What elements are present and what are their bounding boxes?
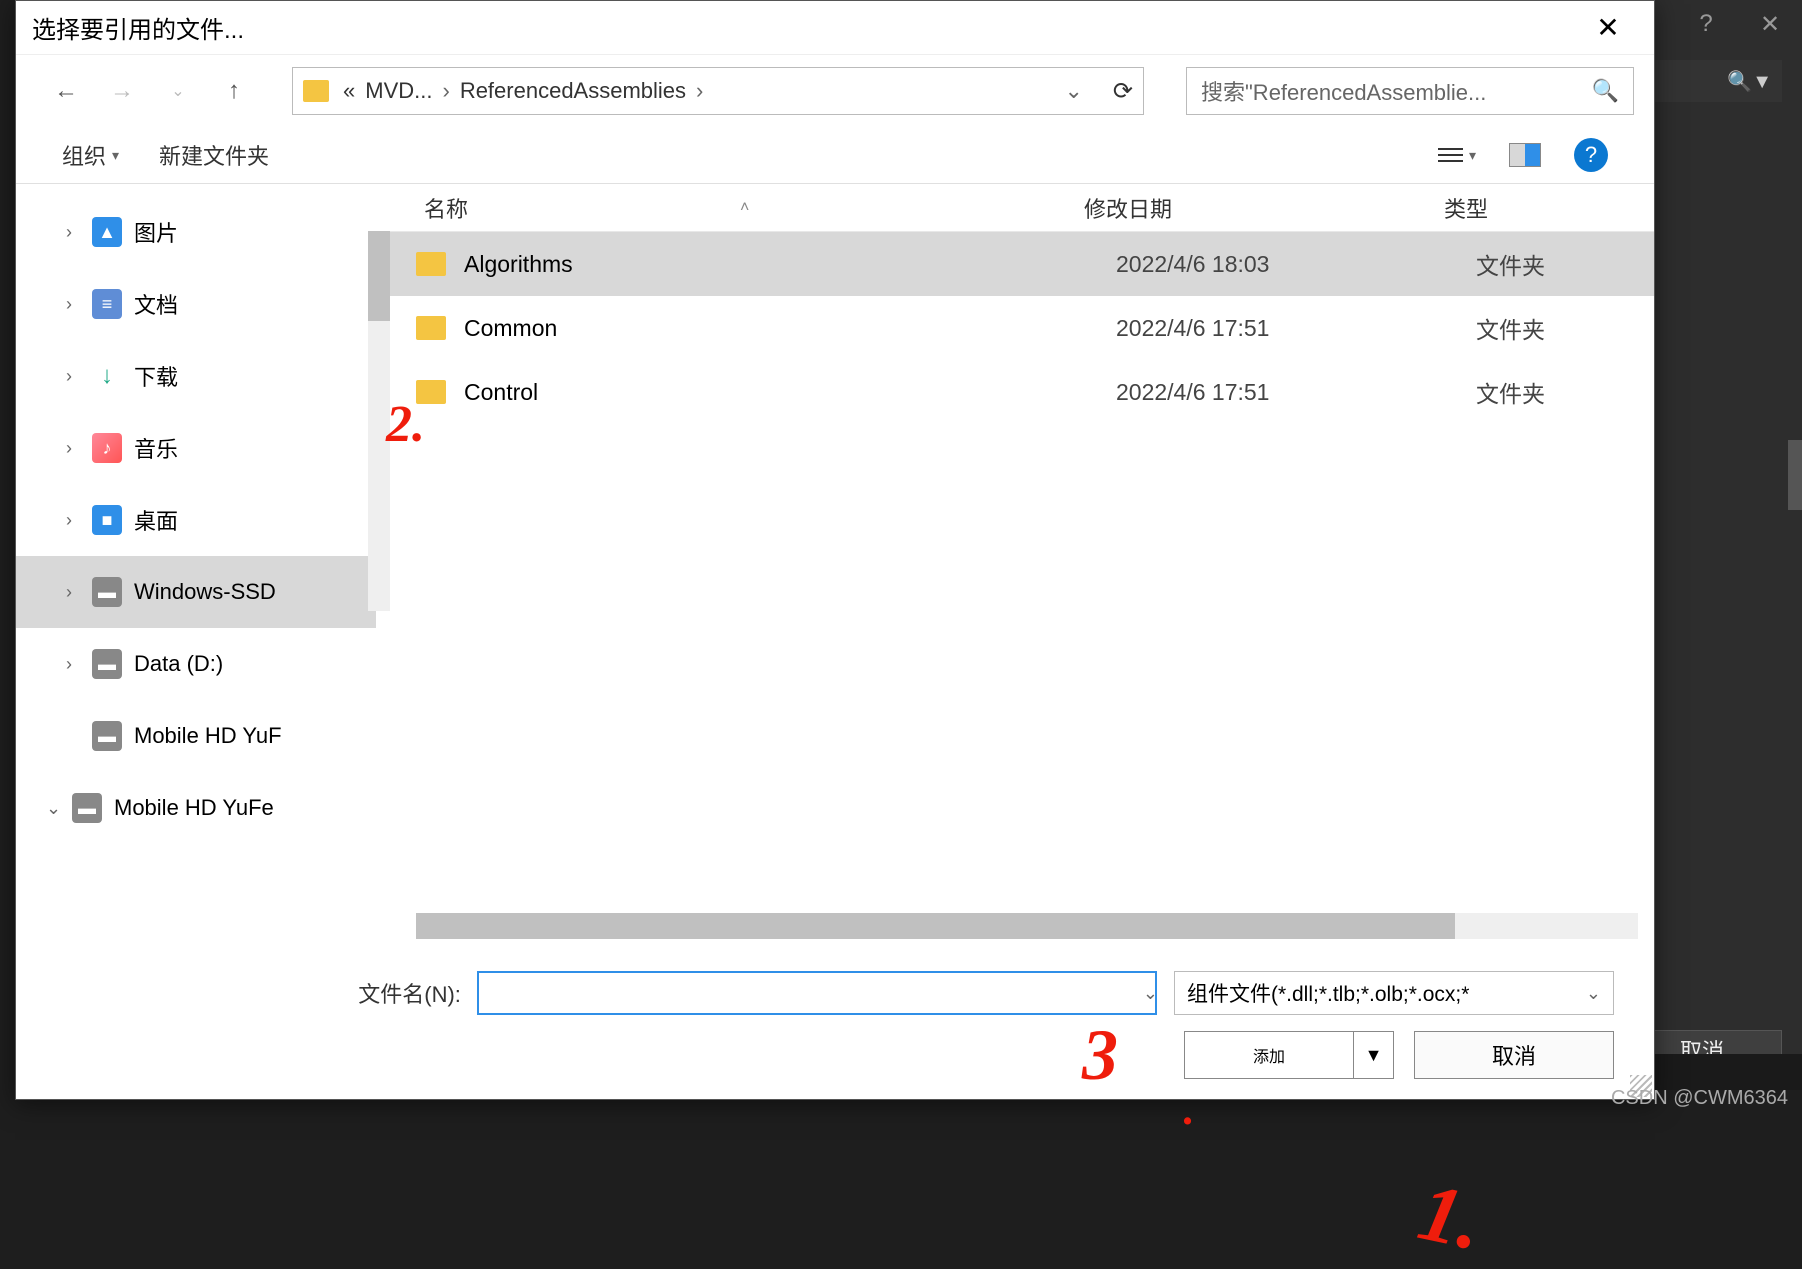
file-date: 2022/4/6 17:51 [1116, 379, 1476, 406]
path-root: « [343, 78, 355, 104]
breadcrumb-path[interactable]: « MVD... › ReferencedAssemblies › ⌄ ⟳ [292, 67, 1144, 115]
column-date[interactable]: 修改日期 [1084, 192, 1444, 224]
file-dialog-title: 选择要引用的文件... [32, 10, 244, 45]
filename-input[interactable] [477, 971, 1157, 1015]
file-dialog-sidebar: ›▲图片 ›≡文档 ›↓下载 ›♪音乐 ›■桌面 ›▬Windows-SSD ›… [16, 184, 376, 955]
path-dropdown-icon[interactable]: ⌄ [1064, 78, 1082, 104]
filename-label: 文件名(N): [358, 977, 461, 1009]
file-type: 文件夹 [1476, 247, 1654, 281]
folder-icon [303, 80, 329, 102]
column-name[interactable]: 名称˄ [424, 192, 1084, 224]
file-type: 文件夹 [1476, 375, 1654, 409]
watermark: CSDN @CWM6364 [1611, 1087, 1788, 1110]
file-dialog-navbar: ← → ⌄ ↑ « MVD... › ReferencedAssemblies … [16, 55, 1654, 127]
forward-button[interactable]: → [106, 75, 138, 107]
path-seg1[interactable]: MVD... [365, 78, 432, 104]
sort-indicator-icon: ˄ [740, 199, 749, 217]
file-dialog-toolbar: 组织▾ 新建文件夹 ▾ ? [16, 127, 1654, 183]
sidebar-scrollbar[interactable] [368, 231, 390, 611]
organize-menu[interactable]: 组织▾ [62, 139, 119, 171]
help-icon[interactable]: ? [1574, 138, 1608, 172]
file-search-input[interactable]: 搜索"ReferencedAssemblie... 🔍 [1186, 67, 1634, 115]
search-icon: 🔍▼ [1727, 69, 1772, 94]
folder-icon [416, 316, 446, 340]
sidebar-item-documents[interactable]: ›≡文档 [16, 268, 376, 340]
folder-icon [416, 380, 446, 404]
file-row-common[interactable]: Common 2022/4/6 17:51 文件夹 [376, 296, 1654, 360]
search-icon: 🔍 [1592, 78, 1619, 104]
preview-pane-button[interactable] [1506, 136, 1544, 174]
refresh-icon[interactable]: ⟳ [1113, 77, 1133, 106]
view-mode-button[interactable]: ▾ [1438, 136, 1476, 174]
path-seg2[interactable]: ReferencedAssemblies [460, 78, 686, 104]
file-type: 文件夹 [1476, 311, 1654, 345]
filename-dropdown-icon[interactable]: ⌄ [1143, 983, 1158, 1004]
sidebar-item-mobile-hd-2[interactable]: ⌄▬Mobile HD YuFe [16, 772, 376, 844]
file-dialog-body: ›▲图片 ›≡文档 ›↓下载 ›♪音乐 ›■桌面 ›▬Windows-SSD ›… [16, 183, 1654, 955]
file-search-placeholder: 搜索"ReferencedAssemblie... [1201, 75, 1486, 107]
filter-text: 组件文件(*.dll;*.tlb;*.olb;*.ocx;* [1187, 978, 1469, 1008]
file-name: Common [464, 315, 1116, 342]
vs-scrollbar[interactable] [1788, 440, 1802, 510]
close-icon[interactable]: ✕ [1578, 1, 1638, 55]
sidebar-item-downloads[interactable]: ›↓下载 [16, 340, 376, 412]
sidebar-item-desktop[interactable]: ›■桌面 [16, 484, 376, 556]
recent-dropdown[interactable]: ⌄ [162, 75, 194, 107]
new-folder-button[interactable]: 新建文件夹 [159, 139, 269, 171]
file-name: Algorithms [464, 251, 1116, 278]
file-dialog-footer: 文件名(N): ⌄ 组件文件(*.dll;*.tlb;*.olb;*.ocx;*… [16, 955, 1654, 1099]
sidebar-item-music[interactable]: ›♪音乐 [16, 412, 376, 484]
chevron-right-icon[interactable]: › [696, 78, 703, 104]
file-list-header: 名称˄ 修改日期 类型 [376, 184, 1654, 232]
folder-icon [416, 252, 446, 276]
chevron-right-icon[interactable]: › [442, 78, 449, 104]
horizontal-scrollbar[interactable] [416, 913, 1638, 939]
annotation-1: 1. [1411, 1165, 1491, 1269]
back-button[interactable]: ← [50, 75, 82, 107]
add-button[interactable]: 添加 ▼ [1184, 1031, 1394, 1079]
up-button[interactable]: ↑ [218, 75, 250, 107]
file-date: 2022/4/6 17:51 [1116, 315, 1476, 342]
sidebar-item-windows-ssd[interactable]: ›▬Windows-SSD [16, 556, 376, 628]
column-type[interactable]: 类型 [1444, 192, 1654, 224]
sidebar-item-data-d[interactable]: ›▬Data (D:) [16, 628, 376, 700]
file-open-dialog: 选择要引用的文件... ✕ ← → ⌄ ↑ « MVD... › Referen… [15, 0, 1655, 1100]
file-type-filter[interactable]: 组件文件(*.dll;*.tlb;*.olb;*.ocx;* ⌄ [1174, 971, 1614, 1015]
cancel-button[interactable]: 取消 [1414, 1031, 1614, 1079]
sidebar-item-pictures[interactable]: ›▲图片 [16, 196, 376, 268]
sidebar-item-mobile-hd-1[interactable]: ▬Mobile HD YuF [16, 700, 376, 772]
file-name: Control [464, 379, 1116, 406]
file-row-control[interactable]: Control 2022/4/6 17:51 文件夹 [376, 360, 1654, 424]
file-row-algorithms[interactable]: Algorithms 2022/4/6 18:03 文件夹 [376, 232, 1654, 296]
close-button[interactable]: ✕ [1738, 0, 1802, 48]
add-dropdown-icon[interactable]: ▼ [1354, 1031, 1394, 1079]
file-date: 2022/4/6 18:03 [1116, 251, 1476, 278]
file-list: Algorithms 2022/4/6 18:03 文件夹 Common 202… [376, 232, 1654, 913]
file-list-panel: 名称˄ 修改日期 类型 Algorithms 2022/4/6 18:03 文件… [376, 184, 1654, 955]
help-button[interactable]: ? [1674, 0, 1738, 48]
chevron-down-icon: ⌄ [1586, 983, 1601, 1004]
file-dialog-titlebar: 选择要引用的文件... ✕ [16, 1, 1654, 55]
